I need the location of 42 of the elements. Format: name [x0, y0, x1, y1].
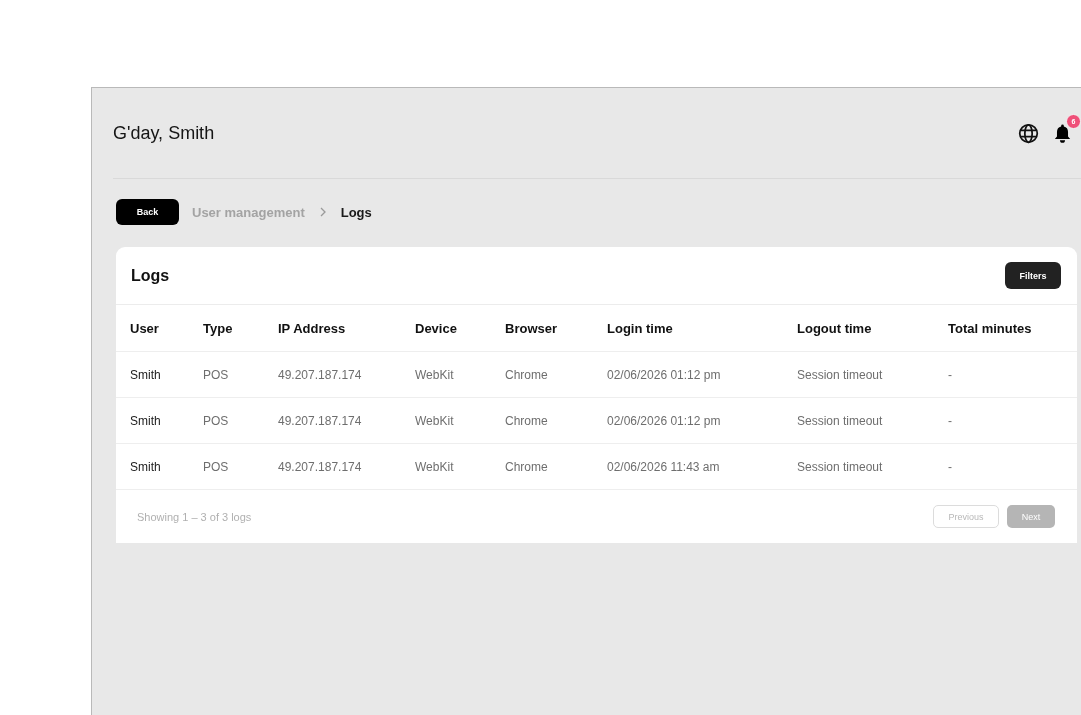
column-header: Device — [415, 320, 458, 336]
card-title: Logs — [131, 266, 170, 285]
table-cell-text: POS — [203, 459, 230, 474]
column-header: IP Address — [278, 320, 347, 336]
table-cell-text: WebKit — [415, 459, 455, 474]
greeting-text: G'day, Smith — [113, 122, 215, 144]
table-cell-text: 02/06/2026 11:43 am — [607, 459, 721, 474]
column-header: Total minutes — [948, 320, 1033, 336]
column-header: Login time — [607, 320, 674, 336]
table-cell-text: POS — [203, 367, 230, 382]
chevron-icon — [319, 207, 326, 217]
column-header: User — [130, 320, 160, 336]
table-cell-text: 49.207.187.174 — [278, 367, 363, 382]
table-cell-text: Smith — [130, 367, 162, 382]
table-cell-text: - — [948, 413, 953, 428]
filters-button[interactable]: Filters — [1005, 262, 1061, 289]
table-cell-text: 49.207.187.174 — [278, 459, 363, 474]
back-button[interactable]: Back — [116, 199, 179, 225]
column-header: Logout time — [797, 320, 873, 336]
table-cell-text: Session timeout — [797, 413, 884, 428]
table-cell-text: WebKit — [415, 367, 455, 382]
table-cell-text: Smith — [130, 459, 162, 474]
column-header: Browser — [505, 320, 559, 336]
globe-icon[interactable] — [1018, 122, 1039, 144]
table-cell-text: - — [948, 367, 953, 382]
table-cell-text: 02/06/2026 01:12 pm — [607, 413, 722, 428]
table-cell-text: 02/06/2026 01:12 pm — [607, 367, 722, 382]
table-cell-text: 49.207.187.174 — [278, 413, 363, 428]
column-header: Type — [203, 320, 234, 336]
table-cell-text: WebKit — [415, 413, 455, 428]
table-cell-text: POS — [203, 413, 230, 428]
table-cell-text: Smith — [130, 413, 162, 428]
pagination-summary: Showing 1 – 3 of 3 logs — [137, 510, 252, 523]
table-cell-text: Chrome — [505, 367, 549, 382]
table-cell-text: Session timeout — [797, 367, 884, 382]
table-cell-text: Chrome — [505, 413, 549, 428]
breadcrumb-item[interactable]: User management — [192, 204, 305, 220]
table-cell-text: Session timeout — [797, 459, 884, 474]
table-cell-text: - — [948, 459, 953, 474]
bell-icon[interactable] — [1054, 123, 1071, 143]
breadcrumb-item: Logs — [340, 204, 372, 220]
table-cell-text: Chrome — [505, 459, 549, 474]
